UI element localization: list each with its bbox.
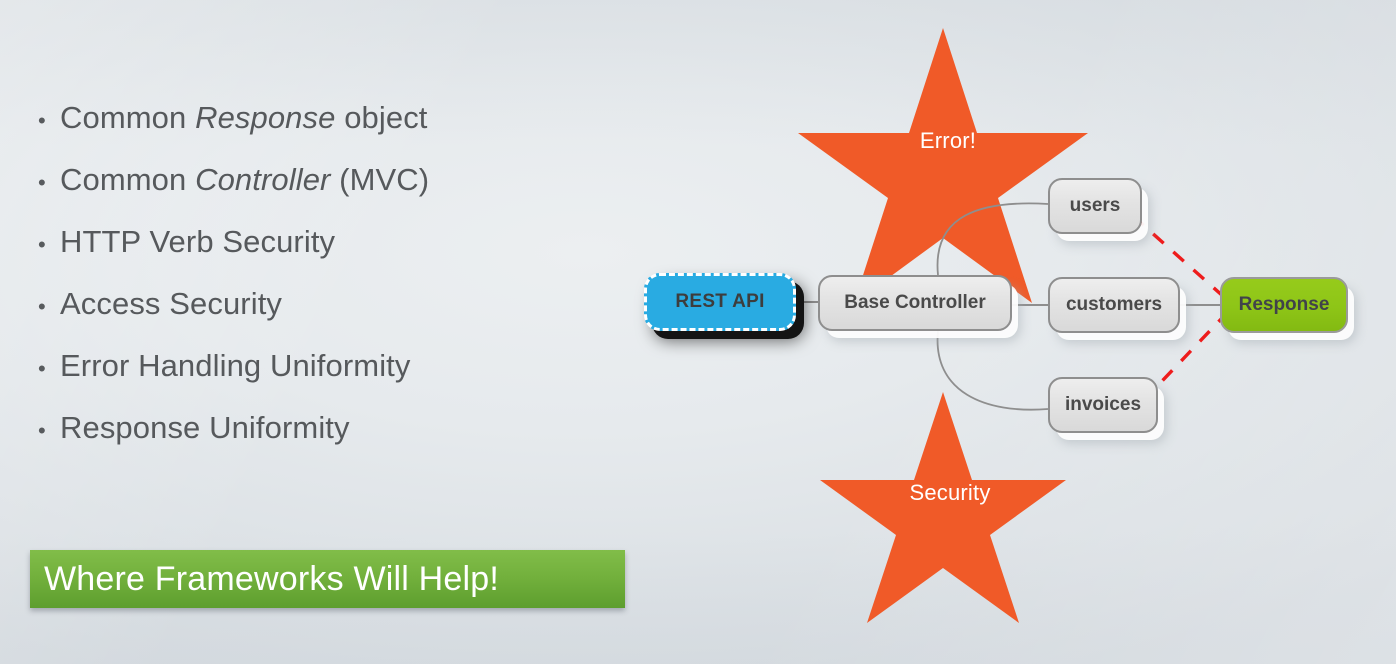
node-rest-api[interactable]: REST API: [644, 273, 796, 331]
bullet-marker-icon: •: [38, 232, 46, 257]
node-response-label: Response: [1238, 294, 1330, 315]
star-security-shape: [820, 392, 1066, 623]
bullet-marker-icon: •: [38, 170, 46, 195]
architecture-diagram: Error! Security REST API Base Controller…: [620, 0, 1396, 664]
list-item: • Common Response object: [38, 100, 658, 162]
node-customers[interactable]: customers: [1048, 277, 1180, 333]
list-item-text: Common Controller (MVC): [60, 162, 429, 198]
connector-base-to-invoices: [936, 330, 1049, 411]
list-item-text: HTTP Verb Security: [60, 224, 335, 260]
node-response[interactable]: Response: [1220, 277, 1348, 333]
list-item-text: Response Uniformity: [60, 410, 350, 446]
bullet-list: • Common Response object • Common Contro…: [38, 100, 658, 472]
list-item: • HTTP Verb Security: [38, 224, 658, 286]
list-item-lead: Error Handling Uniformity: [60, 348, 411, 383]
star-error-shape: [798, 28, 1088, 303]
list-item-emphasis: Response: [195, 100, 336, 135]
node-invoices-label: invoices: [1064, 394, 1142, 415]
node-users[interactable]: users: [1048, 178, 1142, 234]
node-rest-api-label: REST API: [675, 291, 765, 312]
list-item-text: Common Response object: [60, 100, 428, 136]
highlight-banner-text: Where Frameworks Will Help!: [44, 559, 500, 598]
list-item-lead: Response Uniformity: [60, 410, 350, 445]
node-invoices[interactable]: invoices: [1048, 377, 1158, 433]
list-item-text: Error Handling Uniformity: [60, 348, 411, 384]
list-item: • Common Controller (MVC): [38, 162, 658, 224]
slide: • Common Response object • Common Contro…: [0, 0, 1396, 664]
list-item: • Response Uniformity: [38, 410, 658, 472]
list-item-text: Access Security: [60, 286, 282, 322]
highlight-banner: Where Frameworks Will Help!: [30, 550, 625, 608]
node-customers-label: customers: [1065, 294, 1163, 315]
bullet-marker-icon: •: [38, 356, 46, 381]
bullet-marker-icon: •: [38, 294, 46, 319]
node-base-controller-label: Base Controller: [844, 292, 986, 313]
list-item: • Access Security: [38, 286, 658, 348]
list-item-lead: HTTP Verb Security: [60, 224, 336, 259]
list-item-trail: (MVC): [330, 162, 430, 197]
list-item-lead: Common: [60, 100, 196, 135]
list-item-trail: object: [335, 100, 428, 135]
node-users-label: users: [1069, 195, 1121, 216]
list-item-emphasis: Controller: [195, 162, 331, 197]
bullet-marker-icon: •: [38, 418, 46, 443]
node-base-controller[interactable]: Base Controller: [818, 275, 1012, 331]
list-item-lead: Access Security: [60, 286, 283, 321]
list-item-lead: Common: [60, 162, 196, 197]
bullet-marker-icon: •: [38, 108, 46, 133]
list-item: • Error Handling Uniformity: [38, 348, 658, 410]
